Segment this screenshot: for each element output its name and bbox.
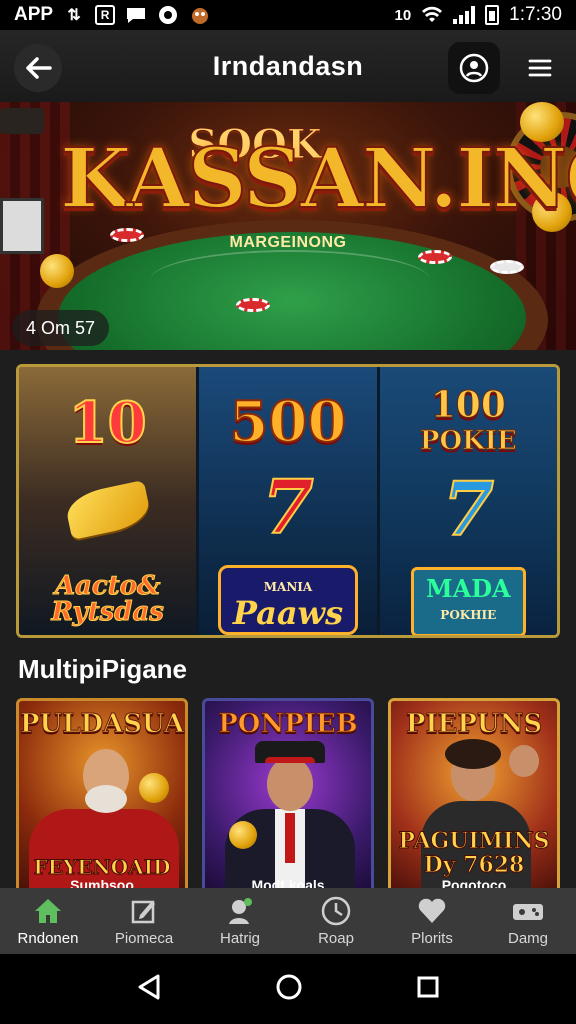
game-title: PULDASUA bbox=[19, 709, 185, 740]
square-recents-icon bbox=[417, 976, 439, 997]
promo-card[interactable]: 100 POKIE 7 MADA POKHIE bbox=[376, 367, 557, 635]
game-card[interactable]: PULDASUA FEYENOAID Sumbsoo bbox=[16, 698, 188, 890]
nav-item-favorites[interactable]: Plorits bbox=[384, 888, 480, 954]
nav-label: Plorits bbox=[411, 929, 453, 947]
nav-item-games[interactable]: Damg bbox=[480, 888, 576, 954]
games-row: PULDASUA FEYENOAID Sumbsoo PONPIEB Modt … bbox=[16, 698, 562, 890]
triangle-back-icon bbox=[138, 974, 160, 999]
promo-amount: 500 bbox=[229, 388, 348, 456]
clock-icon bbox=[319, 896, 353, 926]
person-pin-icon bbox=[223, 896, 257, 926]
coin-icon bbox=[40, 254, 74, 288]
network-label: 10 bbox=[394, 6, 412, 24]
media-icon bbox=[157, 5, 179, 25]
heart-icon bbox=[415, 896, 449, 926]
hero-banner[interactable]: SOOK KASSAN.INO MARGEINONG 4 Om 57 bbox=[0, 102, 576, 350]
promo-symbol: 7 bbox=[442, 467, 495, 553]
game-app-icon bbox=[189, 5, 211, 25]
promo-label-main: MADA bbox=[426, 574, 511, 603]
circle-home-icon bbox=[276, 974, 302, 999]
promo-label: Aacto& Rytsdas bbox=[51, 571, 165, 627]
menu-button[interactable] bbox=[518, 46, 562, 90]
nav-item-rating[interactable]: Hatrig bbox=[192, 888, 288, 954]
status-time: 1:7:30 bbox=[509, 4, 562, 25]
promo-label: MANIA Paaws bbox=[217, 565, 359, 635]
message-icon bbox=[125, 5, 147, 25]
game-title: PIEPUNS bbox=[405, 709, 543, 740]
promo-symbol bbox=[62, 475, 153, 545]
banana-icon bbox=[62, 479, 153, 541]
promo-amount: 100 POKIE bbox=[419, 384, 517, 459]
status-app-text: APP bbox=[14, 4, 54, 25]
promo-label-main: Paaws bbox=[232, 594, 344, 632]
character-fist bbox=[509, 745, 539, 777]
game-subtitle: FEYENOAID bbox=[33, 855, 171, 880]
status-left: APP ⇅ R bbox=[14, 4, 211, 26]
hamburger-icon bbox=[528, 59, 552, 77]
bottom-nav: Rndonen Piomeca Hatrig Roap Plorits Damg bbox=[0, 888, 576, 954]
nav-label: Roap bbox=[318, 929, 354, 947]
promo-amount-value: 100 bbox=[430, 384, 506, 426]
promo-card[interactable]: 10 Aacto& Rytsdas bbox=[19, 367, 197, 635]
system-home-button[interactable] bbox=[275, 973, 303, 1006]
lucky-seven-icon: 7 bbox=[442, 467, 495, 553]
medallion-icon bbox=[139, 773, 169, 803]
system-back-button[interactable] bbox=[136, 973, 162, 1006]
status-right: 10 1:7:30 bbox=[394, 4, 562, 26]
account-button[interactable] bbox=[448, 42, 500, 94]
nav-label: Hatrig bbox=[219, 929, 260, 947]
game-card[interactable]: PONPIEB Modt koals bbox=[202, 698, 374, 890]
promo-symbol: 7 bbox=[261, 465, 314, 551]
promo-amount-sub: POKIE bbox=[419, 426, 517, 457]
nav-item-promotions[interactable]: Piomeca bbox=[96, 888, 192, 954]
section-title: MultipiPigane bbox=[18, 654, 187, 684]
character-head bbox=[267, 757, 313, 811]
wifi-icon bbox=[421, 5, 443, 25]
felt-lines bbox=[150, 250, 430, 310]
battery-icon bbox=[485, 5, 500, 25]
character-hair bbox=[445, 739, 501, 769]
camera-decoration bbox=[0, 108, 44, 134]
promo-amount: 10 bbox=[68, 389, 148, 457]
game-card[interactable]: PIEPUNS PAGUIMINS Dy 7628 Pogotoco bbox=[388, 698, 560, 890]
nav-label: Damg bbox=[507, 929, 548, 947]
system-recents-button[interactable] bbox=[416, 975, 440, 1004]
nav-item-recap[interactable]: Roap bbox=[288, 888, 384, 954]
character-beard bbox=[85, 785, 127, 813]
edit-icon bbox=[127, 896, 161, 926]
notification-box-icon: R bbox=[95, 5, 116, 25]
banner-subtitle: MARGEINONG bbox=[229, 234, 347, 251]
status-bar: APP ⇅ R 10 1:7:30 bbox=[0, 0, 576, 30]
lucky-seven-icon: 7 bbox=[261, 465, 314, 551]
game-title: PONPIEB bbox=[218, 709, 358, 740]
chip-icon bbox=[490, 260, 524, 274]
nav-label: Piomeca bbox=[114, 929, 174, 947]
promo-strip: 10 Aacto& Rytsdas 500 7 MANIA Paaws 100 … bbox=[16, 364, 560, 638]
promo-label-small: POKHIE bbox=[440, 608, 497, 622]
hat-band bbox=[265, 757, 315, 763]
gamepad-icon bbox=[511, 896, 545, 926]
app-bar: Irndandasn bbox=[0, 30, 576, 102]
banner-badge: 4 Om 57 bbox=[12, 310, 110, 346]
home-icon bbox=[31, 896, 65, 926]
signal-icon bbox=[453, 6, 476, 24]
game-subtitle: PAGUIMINS Dy 7628 bbox=[398, 828, 550, 878]
banner-logo-main: KASSAN.INO bbox=[59, 131, 576, 227]
nav-item-home[interactable]: Rndonen bbox=[0, 888, 96, 954]
chip-icon bbox=[418, 250, 452, 264]
user-circle-icon bbox=[459, 53, 489, 83]
nav-label: Rndonen bbox=[17, 929, 79, 947]
promo-label: MADA POKHIE bbox=[411, 567, 526, 635]
chip-icon bbox=[236, 298, 270, 312]
system-nav-bar bbox=[0, 954, 576, 1024]
character-tie bbox=[285, 813, 295, 863]
banner-logo: KASSAN.INO bbox=[59, 131, 576, 227]
swap-icon: ⇅ bbox=[67, 7, 81, 24]
sparkle-icon bbox=[229, 821, 257, 849]
promo-card[interactable]: 500 7 MANIA Paaws bbox=[196, 367, 377, 635]
